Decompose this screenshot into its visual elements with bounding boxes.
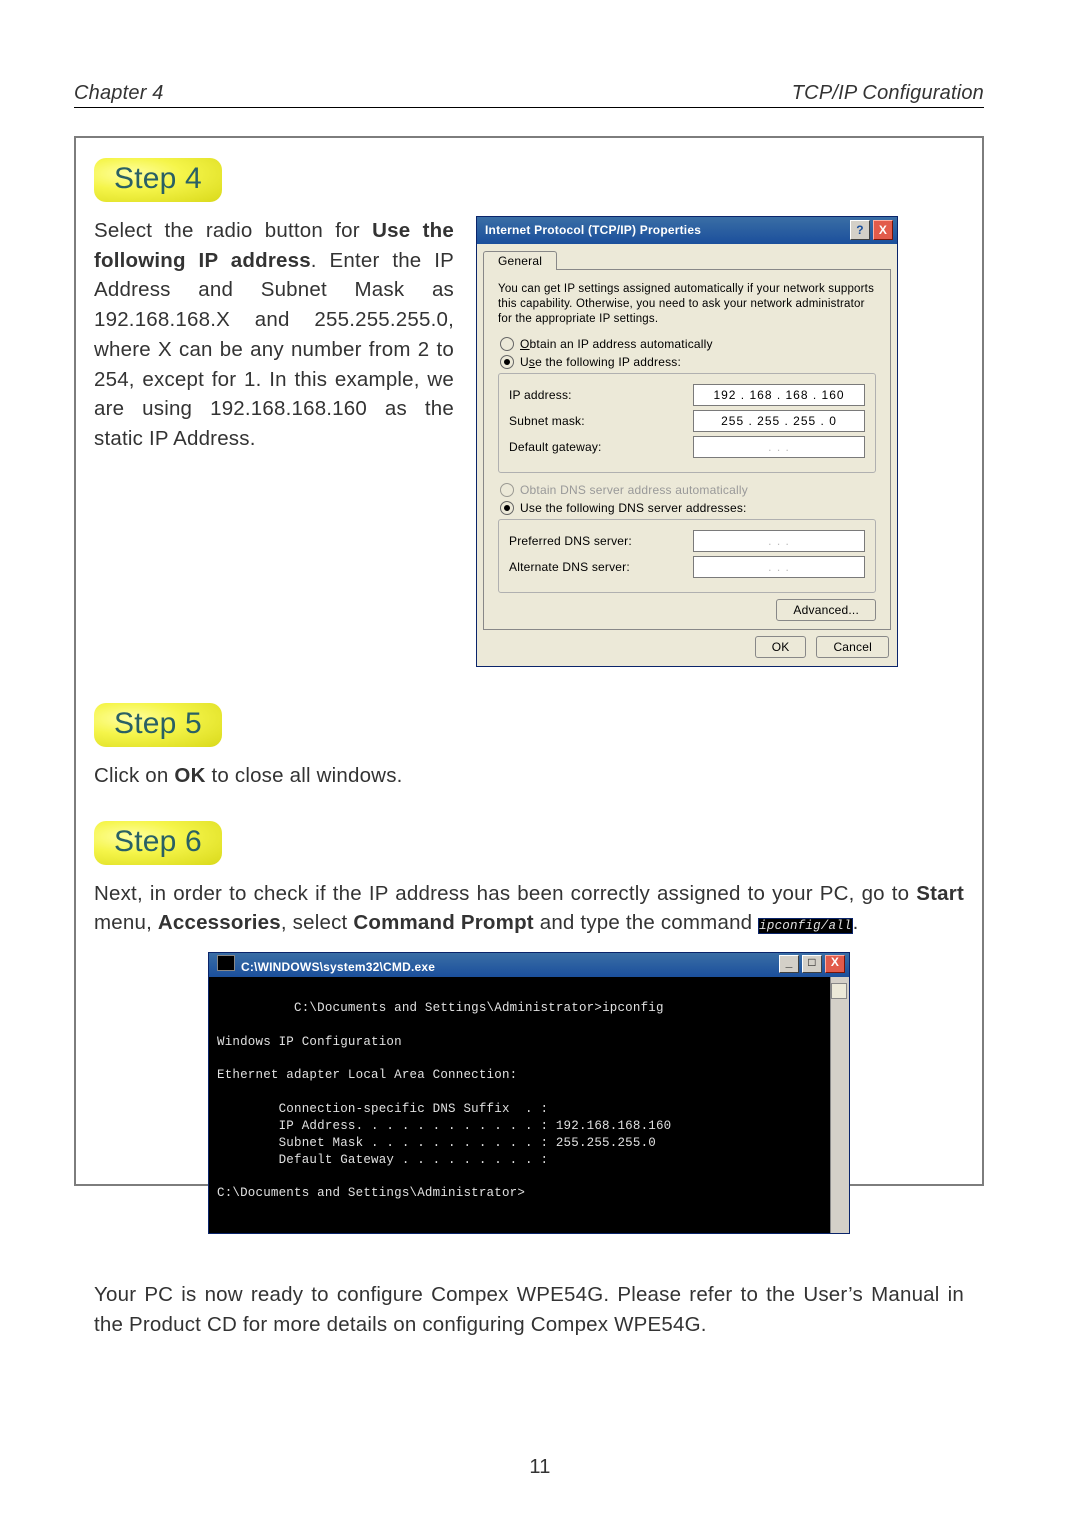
adns-input[interactable]: . . . <box>693 556 865 578</box>
header-left: Chapter 4 <box>74 82 164 105</box>
closing-text: Your PC is now ready to configure Compex… <box>94 1280 964 1339</box>
step4-text-2: . Enter the IP Address and Subnet Mask a… <box>94 249 454 450</box>
subnet-label: Subnet mask: <box>509 414 585 428</box>
s6cmd: ipconfig/all <box>758 918 852 934</box>
dialog-titlebar[interactable]: Internet Protocol (TCP/IP) Properties ? … <box>477 217 897 244</box>
step6-text: Next, in order to check if the IP addres… <box>94 879 964 938</box>
cmd-window: C:\WINDOWS\system32\CMD.exe _ □ X C:\Doc… <box>208 952 850 1234</box>
header-right: TCP/IP Configuration <box>792 82 984 105</box>
gateway-input[interactable]: . . . <box>693 436 865 458</box>
s6start: Start <box>916 882 964 905</box>
close-icon[interactable]: X <box>825 955 845 973</box>
step4-text: Select the radio button for Use the foll… <box>94 216 454 454</box>
cmd-title: C:\WINDOWS\system32\CMD.exe <box>241 960 435 974</box>
close-icon[interactable]: X <box>873 220 893 240</box>
radio-icon <box>500 337 514 351</box>
step5-t2: to close all windows. <box>206 764 403 787</box>
step4-badge: Step 4 <box>94 158 222 202</box>
ok-button[interactable]: OK <box>755 636 807 658</box>
tab-general[interactable]: General <box>483 251 557 270</box>
subnet-input[interactable]: 255 . 255 . 255 . 0 <box>693 410 865 432</box>
cmd-icon <box>217 955 235 971</box>
cancel-button[interactable]: Cancel <box>816 636 889 658</box>
dialog-title: Internet Protocol (TCP/IP) Properties <box>485 223 701 237</box>
step6-badge: Step 6 <box>94 821 222 865</box>
step5-ok: OK <box>174 764 205 787</box>
radio-icon-selected <box>500 501 514 515</box>
radio-icon-selected <box>500 355 514 369</box>
radio-obtain-dns: Obtain DNS server address automatically <box>500 483 874 497</box>
gateway-label: Default gateway: <box>509 440 602 454</box>
scroll-thumb[interactable] <box>831 983 847 999</box>
radio-use-dns[interactable]: Use the following DNS server addresses: <box>500 501 874 515</box>
step5-badge: Step 5 <box>94 703 222 747</box>
pdns-label: Preferred DNS server: <box>509 534 632 548</box>
tcpip-dialog: Internet Protocol (TCP/IP) Properties ? … <box>476 216 898 667</box>
s6t1: Next, in order to check if the IP addres… <box>94 882 916 905</box>
advanced-button[interactable]: Advanced... <box>776 599 876 621</box>
cmd-titlebar[interactable]: C:\WINDOWS\system32\CMD.exe _ □ X <box>209 953 849 977</box>
s6t4: and type the command <box>534 911 758 934</box>
pdns-input[interactable]: . . . <box>693 530 865 552</box>
step5-t1: Click on <box>94 764 174 787</box>
s6t5: . <box>853 911 859 934</box>
radio-obtain-ip-label: btain an IP address automatically <box>530 337 713 351</box>
radio-icon <box>500 483 514 497</box>
radio-obtain-dns-label: Obtain DNS server address automatically <box>520 483 748 497</box>
step5-text: Click on OK to close all windows. <box>94 761 964 791</box>
dialog-desc: You can get IP settings assigned automat… <box>498 282 876 327</box>
s6t3: , select <box>281 911 353 934</box>
radio-use-dns-label: Use the following DNS server addresses: <box>520 501 747 515</box>
page-number: 11 <box>0 1456 1080 1479</box>
ip-label: IP address: <box>509 388 572 402</box>
adns-label: Alternate DNS server: <box>509 560 630 574</box>
help-icon[interactable]: ? <box>850 220 870 240</box>
cmd-body-text: C:\Documents and Settings\Administrator>… <box>217 1001 671 1201</box>
s6cmdp: Command Prompt <box>353 911 533 934</box>
cmd-output[interactable]: C:\Documents and Settings\Administrator>… <box>209 977 849 1233</box>
minimize-icon[interactable]: _ <box>779 955 799 973</box>
page-header: Chapter 4 TCP/IP Configuration <box>74 82 984 108</box>
maximize-icon[interactable]: □ <box>802 955 822 973</box>
radio-use-ip[interactable]: Use the following IP address: <box>500 355 874 369</box>
s6acc: Accessories <box>158 911 281 934</box>
s6t2: menu, <box>94 911 158 934</box>
step4-text-1: Select the radio button for <box>94 219 372 242</box>
ip-input[interactable]: 192 . 168 . 168 . 160 <box>693 384 865 406</box>
radio-obtain-ip[interactable]: Obtain an IP address automatically <box>500 337 874 351</box>
content-frame: Step 4 Select the radio button for Use t… <box>74 136 984 1186</box>
